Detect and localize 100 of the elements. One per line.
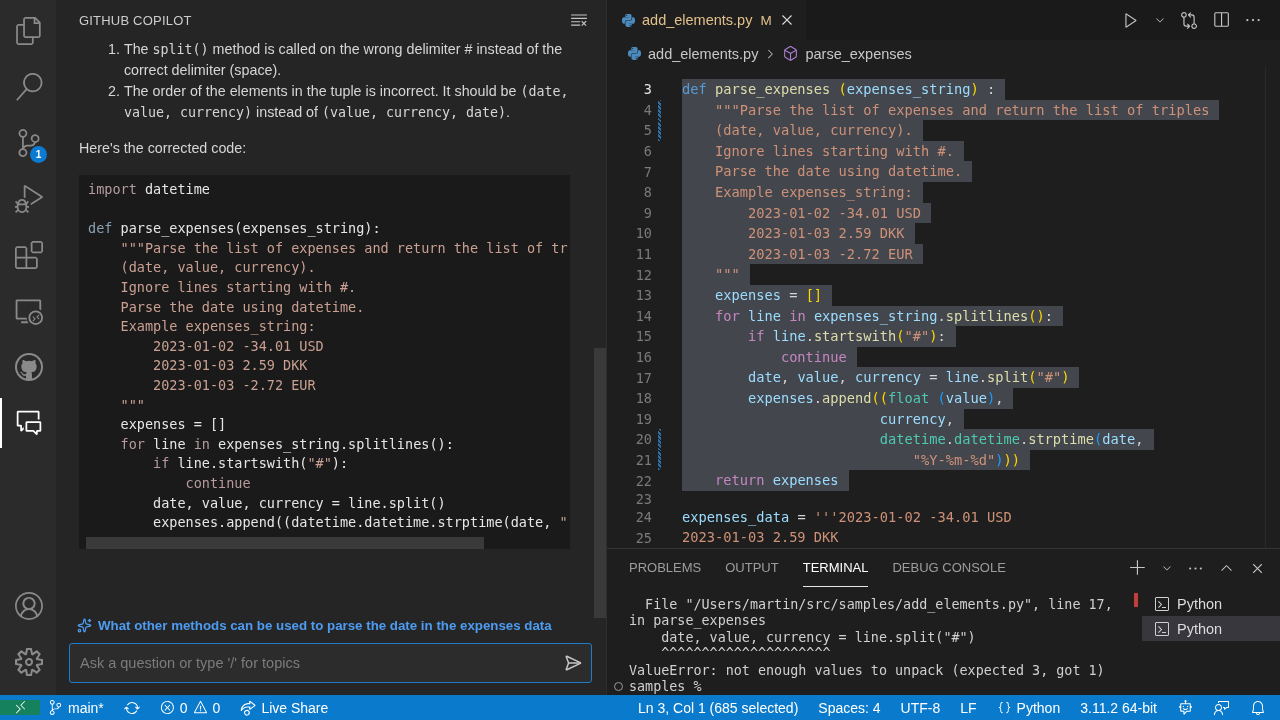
remote-explorer-icon	[15, 297, 43, 325]
remote-button[interactable]	[0, 700, 40, 715]
account-icon	[15, 592, 43, 620]
line-number: 17	[634, 369, 652, 386]
settings-icon	[15, 648, 43, 676]
braces-icon	[996, 700, 1012, 715]
list-text: The order of the elements in the tuple is incorrect. It should be (date, value, currency) instead of (value, currency, date).	[123, 82, 570, 122]
code-line: expenses = []	[119, 415, 228, 435]
terminal-line: in parse_expenses	[629, 613, 767, 629]
warning-icon	[192, 700, 208, 715]
line-number: 24	[634, 509, 652, 526]
panel-tab[interactable]: OUTPUT	[725, 549, 779, 587]
code-line: import datetime	[88, 180, 211, 199]
terminal-line: ValueError: not enough values to unpack (expected 3, got 1)	[629, 662, 1105, 678]
code-line: date, value, currency = line.split()	[152, 493, 447, 513]
line-number: 12	[634, 266, 652, 283]
line-number: 9	[642, 204, 652, 221]
search-icon	[15, 73, 43, 101]
code-line: 2023-01-03 -2.72 EUR	[152, 375, 317, 395]
cursor-position[interactable]: Ln 3, Col 1 (685 selected)	[638, 699, 799, 716]
python-icon	[621, 12, 636, 28]
problems-status[interactable]: 0 0	[159, 699, 221, 716]
code-line: expenses.append((datetime.datetime.strptime(date, "	[152, 513, 569, 533]
plus-icon[interactable]	[1129, 559, 1147, 577]
bell-icon[interactable]	[1250, 699, 1266, 716]
indentation-status[interactable]: Spaces: 4	[818, 699, 881, 716]
github-icon	[15, 353, 43, 381]
terminal-icon	[1154, 620, 1170, 637]
line-number: 21	[634, 452, 652, 468]
code-line: """Parse the list of expenses and return the list of tr	[119, 238, 569, 258]
send-icon[interactable]	[564, 654, 582, 672]
code-line: """	[119, 395, 146, 415]
code-line: 2023-01-03 2.59 DKK	[152, 356, 309, 376]
line-number: 15	[634, 328, 652, 345]
compare-icon[interactable]	[1180, 11, 1198, 29]
line-ending-status[interactable]: LF	[960, 699, 977, 716]
line-number: 16	[634, 349, 652, 365]
line-number: 20	[634, 431, 652, 448]
line-number: 11	[634, 246, 652, 263]
line-number: 10	[634, 225, 652, 242]
files-icon	[15, 17, 43, 45]
interpreter-status[interactable]: 3.11.2 64-bit	[1080, 699, 1157, 716]
branch-status[interactable]: main*	[48, 699, 104, 716]
code-line: Example expenses_string:	[119, 317, 317, 337]
line-number: 8	[642, 184, 652, 201]
code-line: (date, value, currency).	[119, 258, 317, 278]
scrollbar-thumb[interactable]	[594, 348, 606, 618]
python-icon	[627, 46, 642, 61]
sparkle-icon	[77, 618, 92, 633]
activity-bar-item[interactable]: 1	[0, 118, 56, 168]
sync-icon[interactable]	[123, 699, 140, 716]
line-number: 25	[634, 529, 652, 546]
panel-tab[interactable]: TERMINAL	[802, 549, 869, 587]
clear-all-icon[interactable]	[570, 11, 588, 29]
code-line: Ignore lines starting with #.	[119, 277, 358, 297]
list-number: 2.	[108, 82, 120, 101]
terminal-line: date, value, currency = line.split("#")	[660, 629, 976, 645]
line-number: 18	[634, 390, 652, 407]
code-line: for line in expenses_string.splitlines():	[119, 434, 455, 455]
chat-icon	[15, 409, 43, 437]
extensions-icon	[15, 241, 43, 269]
count-badge: 1	[30, 146, 47, 163]
panel-tab[interactable]: DEBUG CONSOLE	[892, 549, 1006, 587]
terminal-item[interactable]: Python	[1142, 591, 1280, 616]
split-editor-icon[interactable]	[1212, 11, 1230, 29]
line-number: 23	[634, 490, 652, 507]
line-number: 7	[642, 163, 652, 180]
terminal-icon	[1154, 595, 1170, 612]
panel-tab[interactable]: PROBLEMS	[629, 549, 702, 587]
answer-text: Here's the corrected code:	[79, 139, 248, 158]
scrollbar-thumb[interactable]	[86, 536, 484, 549]
error-marker	[1134, 593, 1138, 607]
list-text: The split() method is called on the wrong delimiter # instead of the correct delimiter (space).	[123, 40, 564, 80]
feedback-icon[interactable]	[1214, 699, 1230, 716]
code-line: Parse the date using datetime.	[119, 297, 366, 317]
editor-tab[interactable]: add_elements.py M	[607, 0, 806, 40]
line-number: 6	[642, 143, 652, 160]
list-number: 1.	[108, 40, 120, 59]
code-line: 2023-01-03 2.59 DKK	[682, 528, 839, 548]
line-number: 14	[634, 307, 652, 324]
breadcrumb-item[interactable]: add_elements.py	[648, 45, 759, 62]
terminal-line: samples %	[629, 679, 702, 695]
code-line: continue	[184, 473, 252, 493]
chat-input[interactable]: Ask a question or type '/' for topics	[69, 643, 592, 683]
line-number: 4	[642, 101, 652, 118]
encoding-status[interactable]: UTF-8	[900, 699, 941, 716]
live-share-status[interactable]: Live Share	[240, 699, 329, 716]
language-status[interactable]: Python	[996, 699, 1061, 716]
terminal-item[interactable]: Python	[1142, 616, 1280, 641]
terminal-line: ^^^^^^^^^^^^^^^^^^^^^	[660, 646, 831, 662]
live-share-icon	[240, 699, 257, 716]
error-icon	[159, 700, 175, 715]
code-line: 2023-01-02 -34.01 USD	[152, 336, 325, 356]
line-number: 13	[634, 287, 652, 304]
breadcrumb-item[interactable]: parse_expenses	[805, 45, 912, 62]
cube-icon	[782, 45, 800, 62]
code-line: expenses_data = '''2023-01-02 -34.01 USD	[682, 507, 1012, 528]
suggestion-link[interactable]: What other methods can be used to parse the date in the expenses data	[69, 618, 592, 633]
line-number: 5	[642, 122, 652, 139]
line-number: 19	[634, 410, 652, 427]
